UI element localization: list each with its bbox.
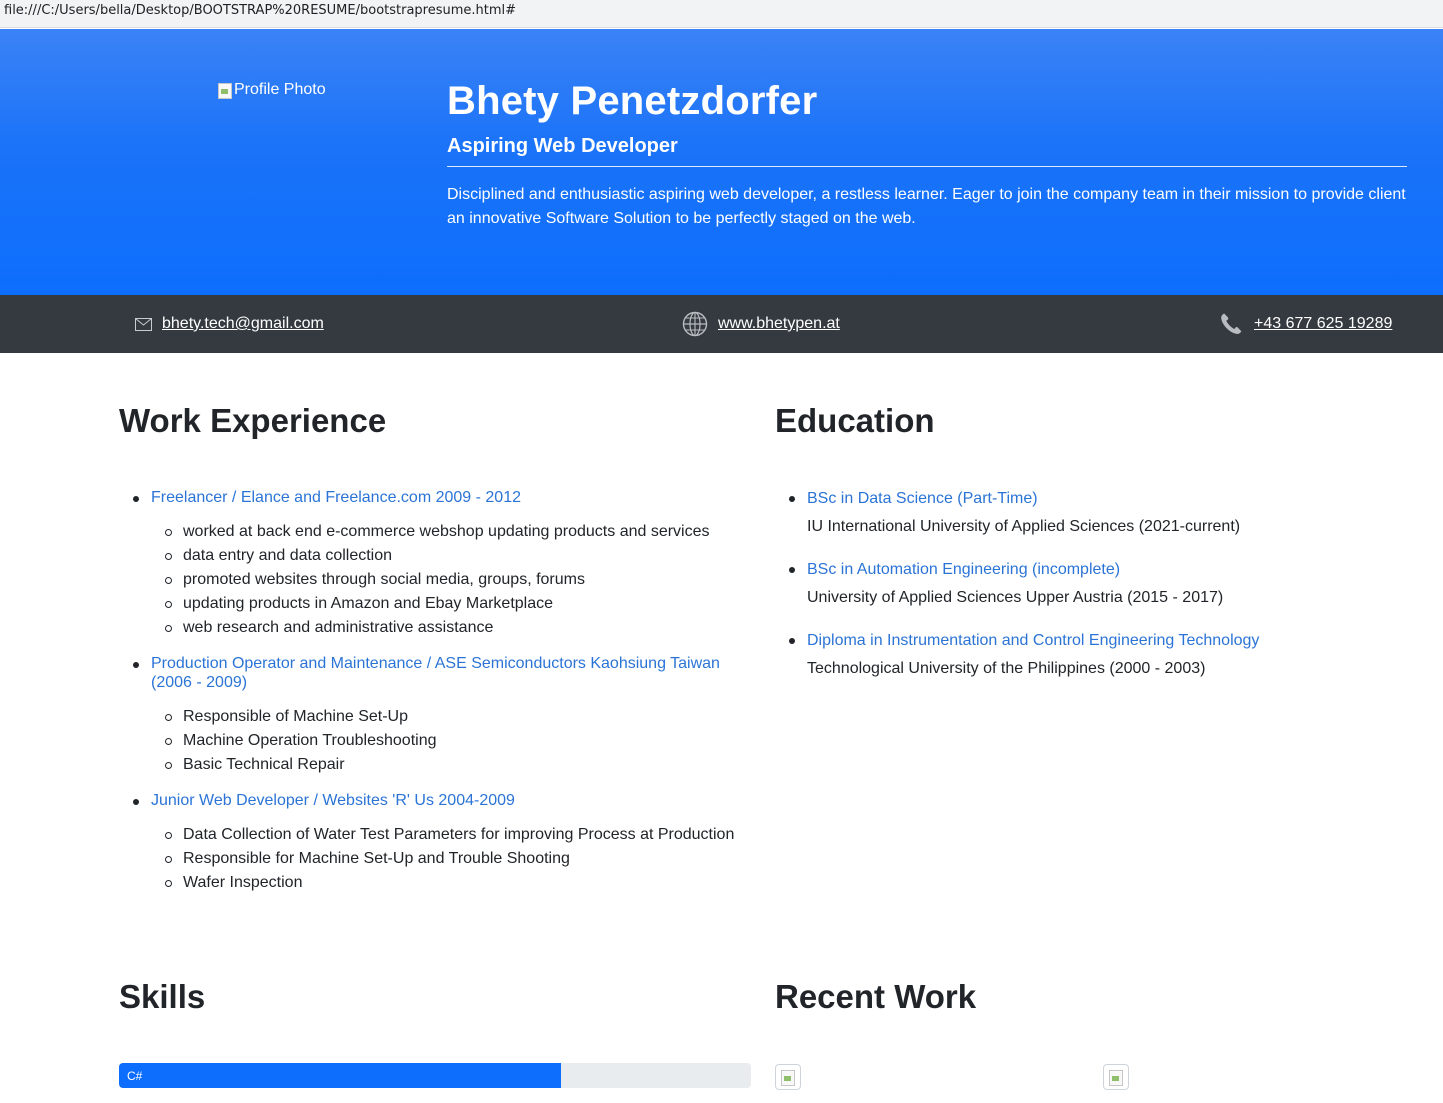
job-task: web research and administrative assistan… <box>165 616 749 640</box>
education-item: BSc in Automation Engineering (incomplet… <box>775 559 1335 610</box>
education-item: BSc in Data Science (Part-Time) IU Inter… <box>775 488 1335 539</box>
job-task: worked at back end e-commerce webshop up… <box>165 520 749 544</box>
phone-icon <box>1221 313 1242 334</box>
job-task: Responsible of Machine Set-Up <box>165 705 749 729</box>
job-item: Junior Web Developer / Websites 'R' Us 2… <box>119 791 749 895</box>
job-task-list: Responsible of Machine Set-Up Machine Op… <box>151 705 749 777</box>
job-task: promoted websites through social media, … <box>165 568 749 592</box>
envelope-icon <box>135 317 152 331</box>
recent-work-heading: Recent Work <box>775 978 977 1015</box>
work-experience-heading: Work Experience <box>119 402 387 439</box>
contact-bar: bhety.tech@gmail.com www.bhetypen.at +43… <box>0 295 1443 353</box>
broken-image-icon <box>1108 1069 1124 1086</box>
person-name: Bhety Penetzdorfer <box>447 79 818 123</box>
job-task-list: worked at back end e-commerce webshop up… <box>151 520 749 640</box>
broken-image-icon <box>780 1069 796 1086</box>
broken-image-icon <box>217 82 233 99</box>
degree-link[interactable]: BSc in Data Science (Part-Time) <box>807 488 1335 510</box>
work-experience-list: Freelancer / Elance and Freelance.com 20… <box>119 488 749 909</box>
job-task: Basic Technical Repair <box>165 753 749 777</box>
browser-address-bar[interactable]: file:///C:/Users/bella/Desktop/BOOTSTRAP… <box>0 0 1443 28</box>
job-item: Production Operator and Maintenance / AS… <box>119 654 749 777</box>
job-item: Freelancer / Elance and Freelance.com 20… <box>119 488 749 640</box>
job-title-link[interactable]: Production Operator and Maintenance / AS… <box>151 654 749 692</box>
skill-progress-bar: C# <box>119 1063 751 1088</box>
header-divider <box>447 166 1407 167</box>
recent-work-thumbnail[interactable] <box>1103 1064 1129 1090</box>
phone-link[interactable]: +43 677 625 19289 <box>1254 315 1392 333</box>
job-title-link[interactable]: Freelancer / Elance and Freelance.com 20… <box>151 488 749 507</box>
profile-summary: Disciplined and enthusiastic aspiring we… <box>447 186 1406 227</box>
job-task: Data Collection of Water Test Parameters… <box>165 823 749 847</box>
job-task: updating products in Amazon and Ebay Mar… <box>165 592 749 616</box>
school-name: University of Applied Sciences Upper Aus… <box>807 589 1224 606</box>
profile-photo: Profile Photo <box>217 81 326 99</box>
education-heading: Education <box>775 402 935 439</box>
job-title-link[interactable]: Junior Web Developer / Websites 'R' Us 2… <box>151 791 749 810</box>
education-item: Diploma in Instrumentation and Control E… <box>775 630 1335 681</box>
job-task-list: Data Collection of Water Test Parameters… <box>151 823 749 895</box>
globe-icon <box>682 311 708 337</box>
degree-link[interactable]: BSc in Automation Engineering (incomplet… <box>807 559 1335 581</box>
job-title-headline: Aspiring Web Developer <box>447 135 678 157</box>
job-task: data entry and data collection <box>165 544 749 568</box>
url-text[interactable]: file:///C:/Users/bella/Desktop/BOOTSTRAP… <box>4 3 516 18</box>
skills-heading: Skills <box>119 978 206 1015</box>
resume-header: Profile Photo Bhety Penetzdorfer Aspirin… <box>0 29 1443 295</box>
degree-link[interactable]: Diploma in Instrumentation and Control E… <box>807 630 1335 652</box>
job-task: Responsible for Machine Set-Up and Troub… <box>165 847 749 871</box>
contact-website: www.bhetypen.at <box>682 295 840 353</box>
profile-photo-alt-text: Profile Photo <box>234 81 326 98</box>
education-list: BSc in Data Science (Part-Time) IU Inter… <box>775 488 1335 701</box>
job-task: Machine Operation Troubleshooting <box>165 729 749 753</box>
contact-email: bhety.tech@gmail.com <box>135 295 324 353</box>
skill-label: C# <box>127 1068 143 1083</box>
job-task: Wafer Inspection <box>165 871 749 895</box>
email-link[interactable]: bhety.tech@gmail.com <box>162 315 324 333</box>
contact-phone: +43 677 625 19289 <box>1218 295 1392 353</box>
recent-work-thumbnail[interactable] <box>775 1064 801 1090</box>
website-link[interactable]: www.bhetypen.at <box>718 315 840 333</box>
skill-progress-fill: C# <box>119 1063 562 1088</box>
school-name: Technological University of the Philippi… <box>807 660 1206 677</box>
school-name: IU International University of Applied S… <box>807 518 1241 535</box>
